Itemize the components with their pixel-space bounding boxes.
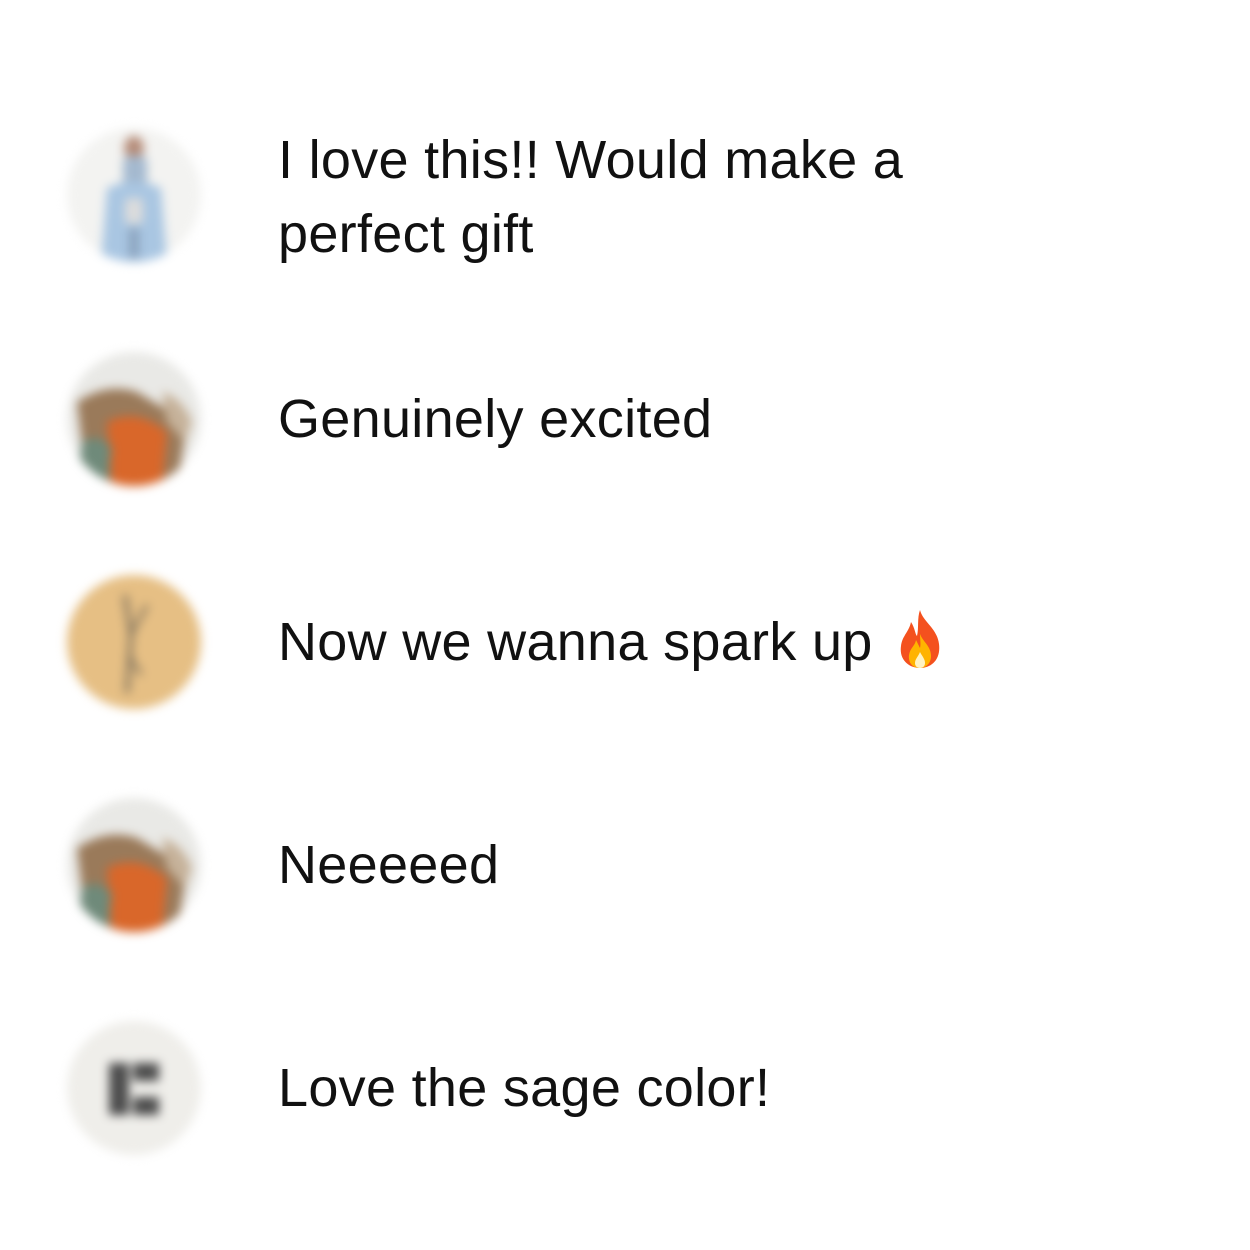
comment-text: Neeeeed <box>278 835 500 895</box>
comment-text: I love this!! Would make a perfect gift <box>278 130 904 264</box>
comment-row: I love this!! Would make a perfect gift <box>0 120 1250 280</box>
avatar[interactable] <box>67 352 201 486</box>
avatar[interactable] <box>67 128 201 262</box>
avatar[interactable] <box>67 798 201 932</box>
fire-icon <box>893 608 947 670</box>
avatar[interactable] <box>67 575 201 709</box>
comment-list: I love this!! Would make a perfect gift … <box>0 0 1250 1250</box>
comment-text: Love the sage color! <box>278 1058 771 1118</box>
comment-text: Genuinely excited <box>278 389 713 449</box>
comment-row: Love the sage color! <box>0 1021 1250 1155</box>
comment-text: Now we wanna spark up <box>278 605 1038 679</box>
comment-row: Now we wanna spark up <box>0 575 1250 709</box>
comment-row: Genuinely excited <box>0 352 1250 486</box>
comment-text-label: Now we wanna spark up <box>278 612 873 672</box>
comment-row: Neeeeed <box>0 798 1250 932</box>
avatar[interactable] <box>67 1021 201 1155</box>
